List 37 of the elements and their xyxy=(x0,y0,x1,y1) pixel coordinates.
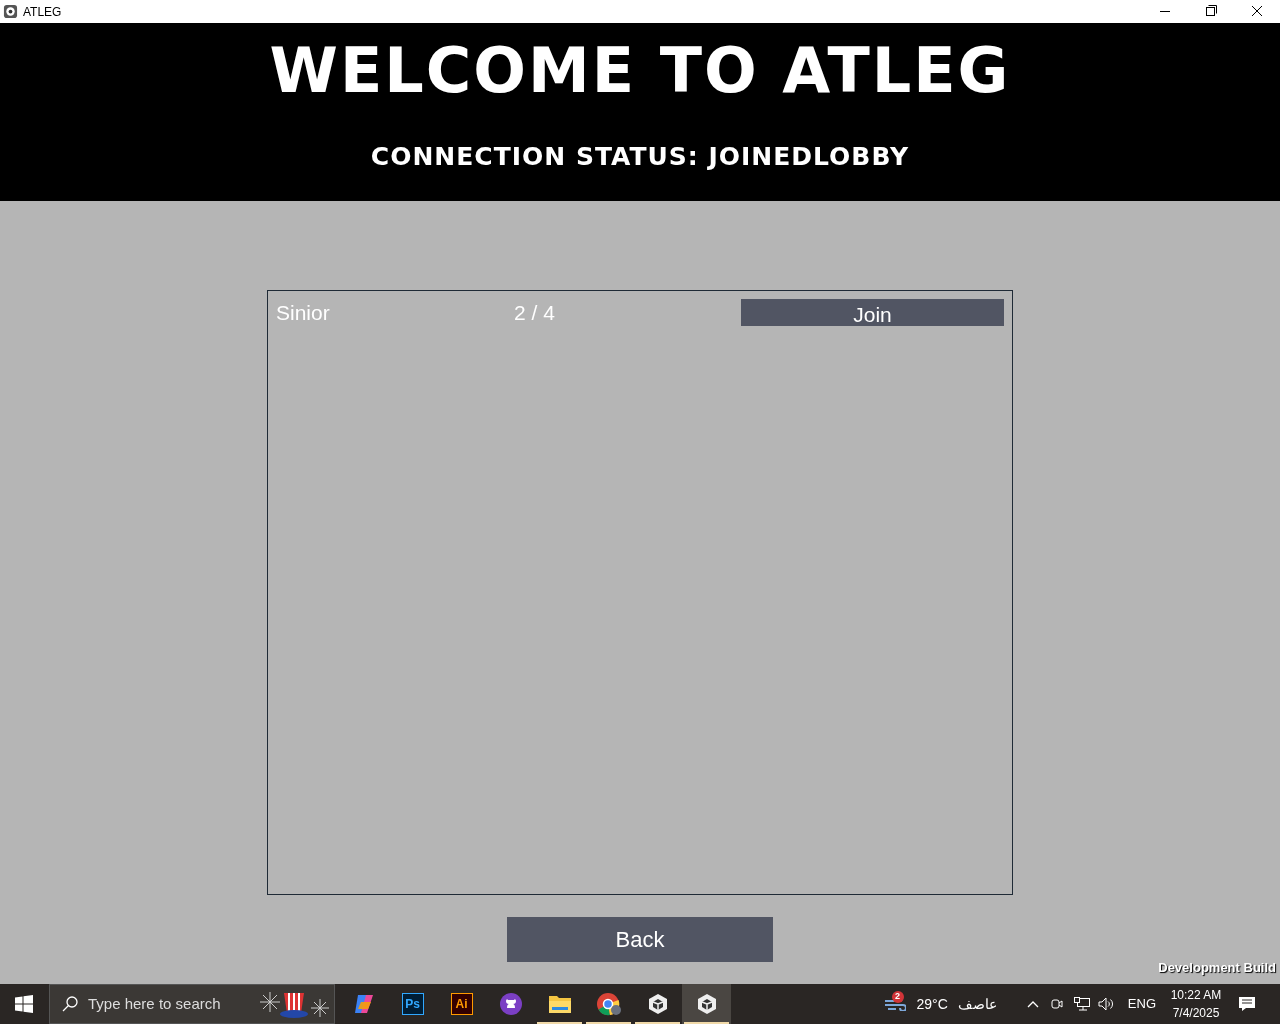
back-button[interactable]: Back xyxy=(507,917,773,962)
weather-condition: عاصف xyxy=(957,994,997,1014)
photoshop-icon: Ps xyxy=(401,993,424,1015)
notification-badge: 2 xyxy=(891,991,904,1003)
room-name: Sinior xyxy=(276,299,331,326)
connection-status: CONNECTION STATUS: JOINEDLOBBY xyxy=(370,144,910,169)
welcome-title: WELCOME TO ATLEG xyxy=(269,40,1011,102)
network-icon[interactable] xyxy=(1073,997,1090,1011)
start-icon[interactable] xyxy=(15,995,33,1013)
temperature: 29°C xyxy=(916,994,948,1014)
search-box[interactable]: Type here to search xyxy=(49,984,335,1024)
wind-icon xyxy=(883,997,906,1011)
window-title: ATLEG xyxy=(23,3,62,21)
search-icon xyxy=(62,996,78,1012)
clock-date: 7/4/2025 xyxy=(1172,1005,1220,1022)
clock-time: 10:22 AM xyxy=(1170,987,1222,1004)
notifications-icon[interactable] xyxy=(1238,996,1256,1012)
festive-hat-drawing xyxy=(260,989,330,1019)
folder-icon xyxy=(547,994,572,1014)
clock[interactable]: 10:22 AM 7/4/2025 xyxy=(1170,986,1222,1022)
cube-icon xyxy=(646,993,669,1015)
volume-icon[interactable] xyxy=(1097,997,1114,1011)
camera-icon[interactable] xyxy=(1050,997,1063,1011)
taskbar-app-button[interactable]: Ps xyxy=(388,984,437,1024)
cube-icon xyxy=(695,993,718,1015)
github-icon xyxy=(499,993,522,1015)
search-field[interactable]: Type here to search xyxy=(88,992,248,1016)
app-icon xyxy=(3,4,18,19)
chevron-up-icon[interactable] xyxy=(1026,1000,1039,1008)
language-indicator[interactable]: ENG xyxy=(1127,994,1156,1014)
player-count: 2 / 4 xyxy=(514,299,555,326)
taskbar-app-button[interactable] xyxy=(682,984,731,1024)
join-button[interactable]: Join xyxy=(741,299,1004,326)
browser-icon xyxy=(595,992,622,1016)
development-build-label: Development Build xyxy=(1158,958,1276,977)
taskbar-app-button[interactable]: Ai xyxy=(437,984,486,1024)
illustrator-icon: Ai xyxy=(450,993,473,1015)
